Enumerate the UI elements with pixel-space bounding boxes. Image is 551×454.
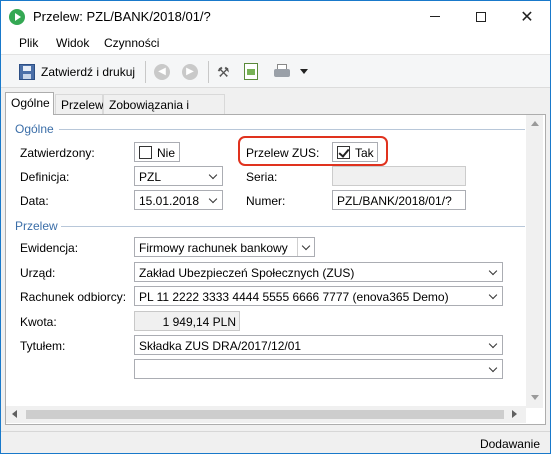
approved-checkbox[interactable]: Nie [134, 142, 180, 162]
approved-checkbox-label: Nie [157, 146, 176, 160]
definition-select[interactable]: PZL [134, 166, 223, 186]
tab-ogolne[interactable]: Ogólne [5, 92, 54, 115]
chevron-down-icon[interactable] [485, 360, 502, 378]
scroll-down-icon[interactable] [531, 395, 539, 400]
tab-przelew[interactable]: Przelew [55, 94, 104, 114]
title-value: Składka ZUS DRA/2017/12/01 [139, 339, 302, 353]
amount-field: 1 949,14 PLN [134, 311, 240, 331]
menu-bar: Plik Widok Czynności [1, 32, 550, 54]
approved-checkbox-box[interactable] [139, 146, 152, 159]
scroll-right-icon[interactable] [512, 410, 517, 418]
scroll-up-icon[interactable] [531, 121, 539, 126]
account-label: Rachunek odbiorcy: [20, 290, 127, 304]
save-disk-icon[interactable] [19, 64, 35, 80]
number-label: Numer: [246, 194, 286, 208]
zus-checkbox[interactable]: Tak [332, 142, 378, 162]
window: Przelew: PZL/BANK/2018/01/? ✕ Plik Widok… [0, 0, 551, 454]
definition-label: Definicja: [20, 170, 70, 184]
definition-value: PZL [139, 170, 162, 184]
document-icon[interactable] [244, 63, 258, 80]
title-label: Tytułem: [20, 339, 66, 353]
chevron-down-icon[interactable] [205, 167, 222, 185]
app-play-icon [9, 9, 25, 25]
scroll-left-icon[interactable] [12, 410, 17, 418]
register-value: Firmowy rachunek bankowy [139, 241, 288, 255]
office-select[interactable]: Zakład Ubezpieczeń Społecznych (ZUS) [134, 262, 503, 282]
title-bar: Przelew: PZL/BANK/2018/01/? ✕ [1, 1, 550, 32]
maximize-icon [476, 11, 486, 22]
status-bar: Dodawanie [1, 431, 550, 453]
minimize-icon [430, 16, 440, 17]
back-arrow-icon[interactable]: ◀ [154, 64, 170, 80]
save-and-print-button[interactable]: Zatwierdź i drukuj [41, 65, 135, 79]
zus-label: Przelew ZUS: [246, 146, 320, 160]
window-title: Przelew: PZL/BANK/2018/01/? [33, 9, 211, 24]
tools-icon[interactable]: ⚒ [217, 64, 233, 80]
section-divider [59, 129, 525, 130]
chevron-down-icon[interactable] [485, 336, 502, 354]
account-value: PL 11 2222 3333 4444 5555 6666 7777 (eno… [139, 290, 449, 304]
menu-plik[interactable]: Plik [19, 36, 38, 50]
account-select[interactable]: PL 11 2222 3333 4444 5555 6666 7777 (eno… [134, 286, 503, 306]
register-label: Ewidencja: [20, 241, 79, 255]
section-title-general: Ogólne [15, 122, 54, 136]
approved-label: Zatwierdzony: [20, 146, 95, 160]
chevron-down-icon[interactable] [205, 191, 222, 209]
date-value: 15.01.2018 [139, 194, 200, 208]
close-icon: ✕ [520, 8, 534, 26]
series-field [332, 166, 466, 186]
chevron-down-icon[interactable] [485, 263, 502, 281]
toolbar-separator [145, 61, 146, 83]
date-picker[interactable]: 15.01.2018 [134, 190, 223, 210]
maximize-button[interactable] [458, 1, 504, 32]
tab-strip: Ogólne Przelew Zobowiązania i wpłaty [5, 92, 545, 126]
toolbar: Zatwierdź i drukuj ◀ ▶ ⚒ [1, 54, 550, 88]
title-select[interactable]: Składka ZUS DRA/2017/12/01 [134, 335, 503, 355]
scroll-thumb[interactable] [26, 410, 504, 419]
register-select[interactable]: Firmowy rachunek bankowy [134, 237, 315, 257]
printer-icon[interactable] [274, 64, 290, 79]
chevron-down-icon[interactable] [485, 287, 502, 305]
series-label: Seria: [246, 170, 278, 184]
tab-zobowiazania[interactable]: Zobowiązania i wpłaty [103, 94, 225, 126]
menu-widok[interactable]: Widok [56, 36, 89, 50]
date-label: Data: [20, 194, 49, 208]
title-select-2[interactable] [134, 359, 503, 379]
menu-czynnosci[interactable]: Czynności [104, 36, 159, 50]
print-dropdown-icon[interactable] [300, 69, 308, 74]
horizontal-scrollbar[interactable] [6, 406, 526, 423]
office-value: Zakład Ubezpieczeń Społecznych (ZUS) [139, 266, 355, 280]
section-divider [61, 226, 525, 227]
chevron-down-icon[interactable] [297, 238, 314, 256]
amount-label: Kwota: [20, 315, 57, 329]
section-title-transfer: Przelew [15, 219, 58, 233]
vertical-scrollbar[interactable] [526, 115, 543, 408]
close-button[interactable]: ✕ [504, 1, 550, 32]
status-mode: Dodawanie [479, 437, 540, 451]
minimize-button[interactable] [412, 1, 458, 32]
number-field[interactable]: PZL/BANK/2018/01/? [332, 190, 466, 210]
office-label: Urząd: [20, 266, 56, 280]
zus-checkbox-box[interactable] [337, 146, 350, 159]
toolbar-separator [208, 61, 209, 83]
forward-arrow-icon[interactable]: ▶ [182, 64, 198, 80]
zus-checkbox-label: Tak [355, 146, 374, 160]
